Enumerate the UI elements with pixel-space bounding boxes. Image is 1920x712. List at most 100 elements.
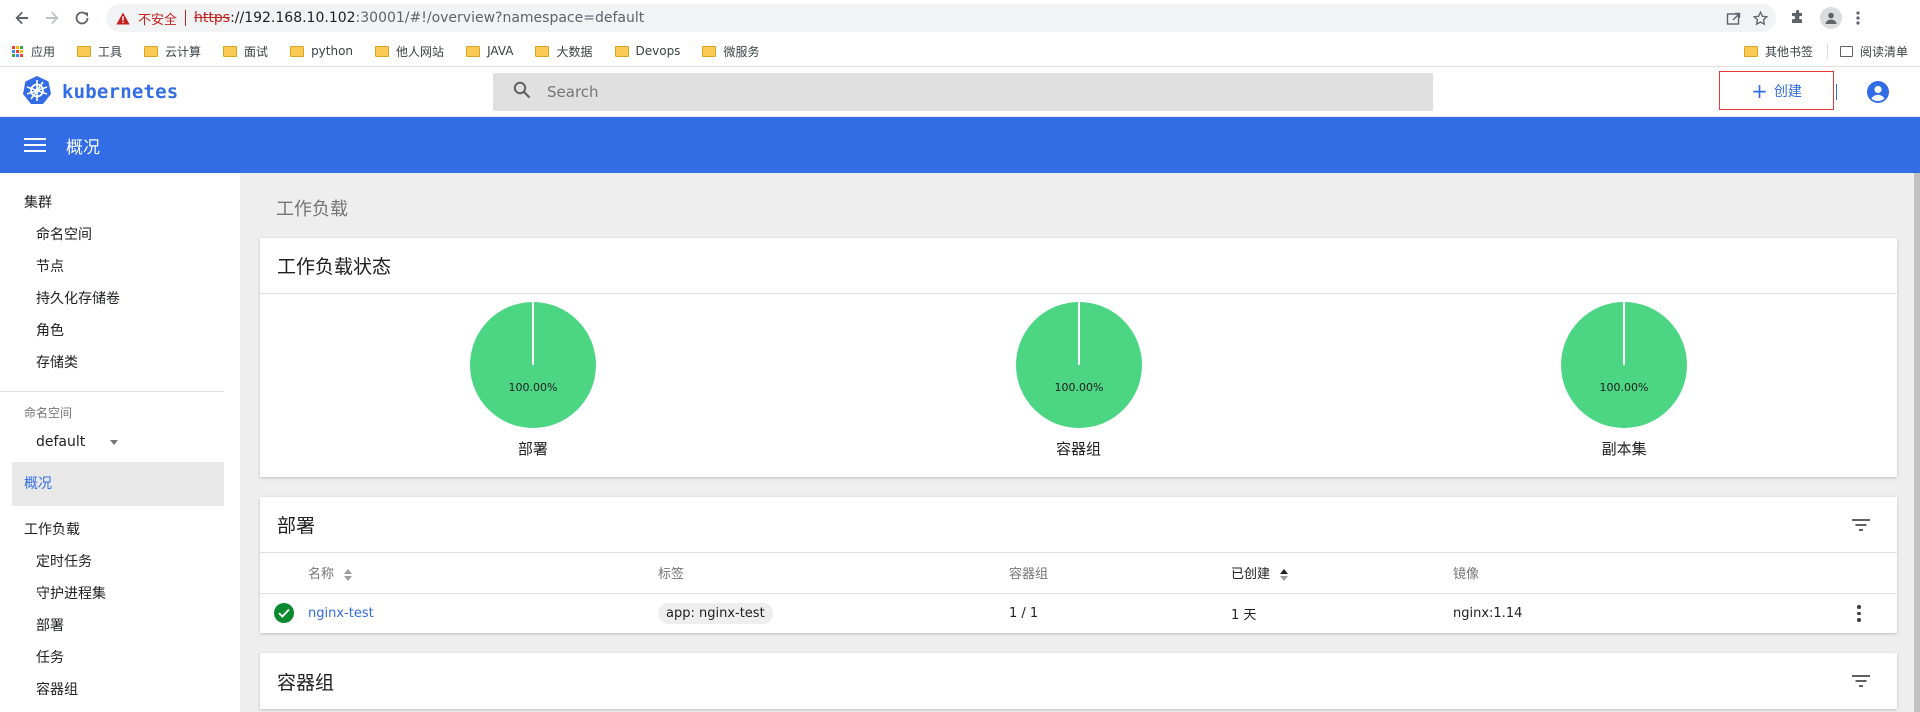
pie-column: 100.00% 容器组 bbox=[806, 294, 1352, 477]
account-icon[interactable] bbox=[1866, 80, 1890, 108]
dropdown-arrow-icon bbox=[110, 439, 118, 445]
browser-toolbar: 不安全 https://192.168.10.102:30001/#!/over… bbox=[0, 0, 1920, 36]
bookmark-folder[interactable]: 面试 bbox=[223, 43, 268, 60]
pods-pie-chart: 100.00% bbox=[1015, 302, 1142, 428]
table-row: nginx-test app: nginx-test 1 / 1 1 天 ngi… bbox=[260, 593, 1897, 633]
pie-percent-label: 100.00% bbox=[508, 381, 557, 394]
bookmark-other[interactable]: 其他书签 bbox=[1743, 43, 1813, 60]
star-icon[interactable] bbox=[1753, 10, 1768, 26]
namespace-value: default bbox=[36, 434, 86, 450]
deployment-name-link[interactable]: nginx-test bbox=[308, 606, 374, 621]
card-title: 工作负载状态 bbox=[260, 238, 1897, 294]
bookmark-folder[interactable]: JAVA bbox=[466, 44, 513, 58]
column-header-label: 已创建 bbox=[1231, 567, 1271, 583]
bookmark-label: JAVA bbox=[487, 44, 514, 58]
profile-icon[interactable] bbox=[1820, 7, 1842, 29]
folder-icon bbox=[466, 45, 481, 57]
bookmark-folder[interactable]: 云计算 bbox=[144, 43, 201, 60]
card-title: 容器组 bbox=[277, 671, 335, 694]
chrome-menu-icon[interactable] bbox=[1856, 10, 1860, 26]
folder-icon bbox=[1743, 45, 1758, 57]
filter-icon[interactable] bbox=[1852, 674, 1870, 688]
bookmark-folder[interactable]: 工具 bbox=[77, 43, 122, 60]
table-header-row: 名称 标签 容器组 已创建 镜像 bbox=[260, 553, 1897, 594]
sidebar-item-deployments[interactable]: 部署 bbox=[0, 610, 240, 642]
bookmark-label: 其他书签 bbox=[1764, 44, 1813, 59]
sidebar-heading-cluster[interactable]: 集群 bbox=[0, 187, 240, 219]
share-icon[interactable] bbox=[1726, 11, 1741, 26]
folder-icon bbox=[223, 45, 238, 57]
replica-sets-pie-chart: 100.00% bbox=[1561, 302, 1688, 428]
label-chip: app: nginx-test bbox=[658, 602, 773, 624]
bookmark-folder[interactable]: python bbox=[290, 44, 353, 58]
created-cell: 1 天 bbox=[1231, 607, 1257, 623]
pie-percent-label: 100.00% bbox=[1600, 381, 1649, 394]
sidebar-item-persistent-volumes[interactable]: 持久化存储卷 bbox=[0, 283, 240, 315]
bookmark-folder[interactable]: 他人网站 bbox=[375, 43, 444, 60]
brand[interactable]: kubernetes bbox=[22, 75, 178, 109]
bookmark-label: 云计算 bbox=[165, 44, 202, 59]
bookmark-label: 大数据 bbox=[556, 44, 593, 59]
url-path: :30001/#!/overview?namespace=default bbox=[355, 10, 645, 26]
folder-icon bbox=[702, 45, 717, 57]
sidebar-item-overview[interactable]: 概况 bbox=[12, 462, 224, 506]
namespace-label: 命名空间 bbox=[24, 406, 73, 420]
card-header: 容器组 bbox=[260, 653, 1897, 709]
omnibox-separator bbox=[185, 10, 187, 26]
sort-icon bbox=[344, 568, 353, 581]
sidebar-item-cron-jobs[interactable]: 定时任务 bbox=[0, 546, 240, 578]
bookmark-label: 工具 bbox=[98, 44, 123, 59]
column-header-labels: 标签 bbox=[658, 553, 1009, 594]
hamburger-menu-icon[interactable] bbox=[24, 138, 46, 152]
forward-icon[interactable] bbox=[38, 4, 66, 32]
column-header-created[interactable]: 已创建 bbox=[1231, 553, 1453, 594]
page-title: 概况 bbox=[66, 137, 100, 158]
filter-icon[interactable] bbox=[1852, 518, 1870, 532]
page-toolbar: 概况 bbox=[0, 117, 1920, 173]
sidebar-item-nodes[interactable]: 节点 bbox=[0, 251, 240, 283]
search-icon bbox=[513, 81, 531, 103]
status-column-header bbox=[260, 553, 308, 594]
column-header-label: 名称 bbox=[308, 567, 335, 583]
url-host: ://192.168.10.102 bbox=[230, 10, 356, 26]
address-bar[interactable]: 不安全 https://192.168.10.102:30001/#!/over… bbox=[106, 4, 1776, 32]
back-icon[interactable] bbox=[8, 4, 36, 32]
search-input[interactable]: Search bbox=[493, 72, 1433, 111]
bookmark-label: 应用 bbox=[31, 44, 56, 59]
sidebar-item-namespaces[interactable]: 命名空间 bbox=[0, 219, 240, 251]
plus-icon: + bbox=[1751, 78, 1768, 103]
app-header: kubernetes Search + 创建 bbox=[0, 67, 1920, 117]
url-scheme: https bbox=[194, 10, 231, 26]
bookmark-divider bbox=[1826, 43, 1828, 59]
folder-icon bbox=[290, 45, 305, 57]
reading-list-label: 阅读清单 bbox=[1859, 44, 1908, 59]
pie-label: 部署 bbox=[517, 440, 548, 458]
sidebar-item-daemon-sets[interactable]: 守护进程集 bbox=[0, 578, 240, 610]
extensions-icon[interactable] bbox=[1790, 10, 1806, 26]
apps-grid-icon bbox=[12, 45, 23, 57]
sidebar-item-roles[interactable]: 角色 bbox=[0, 315, 240, 347]
scrollbar[interactable] bbox=[1914, 173, 1920, 712]
bookmark-apps[interactable]: 应用 bbox=[12, 43, 55, 60]
bookmark-label: 面试 bbox=[244, 44, 269, 59]
sidebar-heading-workloads[interactable]: 工作负载 bbox=[0, 512, 240, 546]
warning-icon bbox=[114, 12, 132, 25]
reading-list[interactable]: 阅读清单 bbox=[1839, 43, 1908, 60]
url-text: https://192.168.10.102:30001/#!/overview… bbox=[194, 10, 644, 26]
sort-icon bbox=[1280, 568, 1289, 581]
namespace-select[interactable]: default bbox=[36, 430, 118, 454]
sidebar-item-jobs[interactable]: 任务 bbox=[0, 642, 240, 674]
bookmark-folder[interactable]: 大数据 bbox=[535, 43, 593, 60]
bookmark-label: 微服务 bbox=[723, 44, 760, 59]
reload-icon[interactable] bbox=[68, 4, 96, 32]
create-button[interactable]: + 创建 bbox=[1719, 71, 1834, 110]
bookmark-folder[interactable]: Devops bbox=[614, 44, 680, 58]
bookmark-folder[interactable]: 微服务 bbox=[702, 43, 759, 60]
pie-label: 容器组 bbox=[1056, 440, 1102, 458]
folder-icon bbox=[614, 45, 629, 57]
column-header-name[interactable]: 名称 bbox=[308, 553, 658, 594]
more-vert-icon[interactable] bbox=[1849, 605, 1869, 622]
sidebar-item-pods[interactable]: 容器组 bbox=[0, 674, 240, 706]
card-header: 部署 bbox=[260, 497, 1897, 553]
sidebar-item-storage-classes[interactable]: 存储类 bbox=[0, 347, 240, 379]
